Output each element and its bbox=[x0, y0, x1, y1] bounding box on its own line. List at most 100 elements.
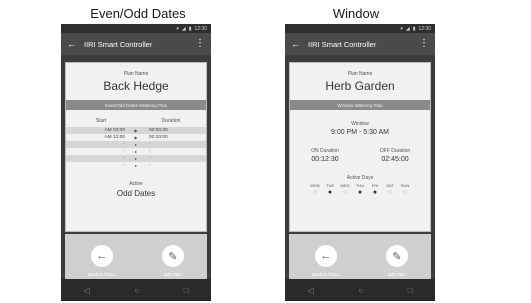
edit-plan-label: Edit Plan bbox=[163, 272, 182, 277]
content-area: Plan Name Herb Garden Window Watering Pl… bbox=[289, 62, 431, 288]
status-time: 12:30 bbox=[418, 25, 431, 32]
start-time: - bbox=[123, 156, 125, 161]
back-to-plans-button[interactable]: ← Back to Plans bbox=[312, 245, 340, 277]
duration-value: - bbox=[149, 149, 151, 154]
water-drop-icon: ○ bbox=[342, 189, 348, 196]
back-to-plans-button[interactable]: ← Back to Plans bbox=[88, 245, 116, 277]
schedule-row[interactable]: - ▸ - bbox=[66, 162, 206, 169]
pencil-icon: ✎ bbox=[161, 245, 184, 267]
nav-recent-icon[interactable]: □ bbox=[184, 286, 189, 295]
window-value: 9:00 PM - 5:30 AM bbox=[331, 129, 389, 136]
duration-value: - bbox=[149, 163, 151, 168]
water-drop-icon: ● bbox=[327, 189, 333, 196]
on-duration-value: 00:12:30 bbox=[311, 156, 339, 163]
system-nav-bar: ◁ ○ □ bbox=[285, 279, 435, 301]
back-to-plans-label: Back to Plans bbox=[88, 272, 116, 277]
water-drop-icon: ● bbox=[372, 189, 378, 196]
water-drop-icon: ○ bbox=[312, 189, 318, 196]
arrow-icon: ▶ bbox=[134, 135, 138, 140]
day-toggle-mon[interactable]: MON ○ bbox=[309, 183, 322, 197]
phone-even-odd: ▾ ◢ ▮ 12:30 ← IIRI Smart Controller ⋮ Pl… bbox=[61, 24, 211, 301]
water-drop-icon: ○ bbox=[387, 189, 393, 196]
app-title: IIRI Smart Controller bbox=[308, 39, 377, 49]
arrow-icon: ▶ bbox=[134, 128, 138, 133]
active-label: Active bbox=[129, 181, 143, 187]
schedule-list: AM 03:00 ▶ 00:00:30 AM 12:00 ▶ 00:10:00 … bbox=[66, 127, 206, 169]
back-arrow-icon: ← bbox=[314, 245, 337, 267]
app-bar: ← IIRI Smart Controller ⋮ bbox=[61, 33, 211, 55]
signal-icon: ◢ bbox=[405, 25, 410, 32]
plan-card: Plan Name Back Hedge Even/Odd Dates Wate… bbox=[65, 62, 207, 232]
nav-back-icon[interactable]: ◁ bbox=[83, 286, 89, 295]
edit-plan-button[interactable]: ✎ Edit Plan bbox=[161, 245, 184, 277]
nav-recent-icon[interactable]: □ bbox=[408, 286, 413, 295]
app-bar: ← IIRI Smart Controller ⋮ bbox=[285, 33, 435, 55]
content-area: Plan Name Back Hedge Even/Odd Dates Wate… bbox=[65, 62, 207, 288]
window-label: Window bbox=[351, 121, 369, 127]
duration-value: 00:00:30 bbox=[149, 128, 168, 133]
system-nav-bar: ◁ ○ □ bbox=[61, 279, 211, 301]
schedule-header: Start Duration bbox=[66, 118, 206, 124]
water-drop-icon: ○ bbox=[402, 189, 408, 196]
back-arrow-icon[interactable]: ← bbox=[67, 39, 76, 49]
back-arrow-icon: ← bbox=[90, 245, 113, 267]
schedule-row[interactable]: - ▸ - bbox=[66, 148, 206, 155]
start-time: AM 03:00 bbox=[104, 128, 125, 133]
start-time: - bbox=[123, 163, 125, 168]
schedule-row[interactable]: - ▸ - bbox=[66, 155, 206, 162]
battery-icon: ▮ bbox=[412, 25, 416, 32]
schedule-row[interactable]: AM 12:00 ▶ 00:10:00 bbox=[66, 134, 206, 141]
day-toggle-sat[interactable]: SAT ○ bbox=[384, 183, 397, 197]
on-duration-label: ON Duration bbox=[311, 148, 339, 154]
day-toggle-tue[interactable]: TUE ● bbox=[324, 183, 337, 197]
start-time: - bbox=[123, 142, 125, 147]
edit-plan-label: Edit Plan bbox=[387, 272, 406, 277]
arrow-icon: ▸ bbox=[134, 163, 137, 168]
start-header: Start bbox=[95, 118, 107, 124]
plan-name-label: Plan Name bbox=[347, 71, 373, 77]
nav-home-icon[interactable]: ○ bbox=[358, 286, 363, 295]
duration-value: - bbox=[149, 142, 151, 147]
duration-value: - bbox=[149, 156, 151, 161]
water-drop-icon: ● bbox=[357, 189, 363, 196]
overflow-menu-icon[interactable]: ⋮ bbox=[195, 39, 205, 49]
day-toggle-fri[interactable]: FRI ● bbox=[369, 183, 382, 197]
phone-window: ▾ ◢ ▮ 12:30 ← IIRI Smart Controller ⋮ Pl… bbox=[285, 24, 435, 301]
edit-plan-button[interactable]: ✎ Edit Plan bbox=[385, 245, 408, 277]
arrow-icon: ▸ bbox=[134, 156, 137, 161]
duration-value: 00:10:00 bbox=[149, 135, 168, 140]
active-value: Odd Dates bbox=[116, 189, 156, 198]
off-duration-label: OFF Duration bbox=[379, 148, 411, 154]
status-bar: ▾ ◢ ▮ 12:30 bbox=[61, 24, 211, 33]
day-toggle-wed[interactable]: WED ○ bbox=[339, 183, 352, 197]
plan-name-label: Plan Name bbox=[123, 71, 149, 77]
day-toggle-sun[interactable]: SUN ○ bbox=[399, 183, 412, 197]
back-arrow-icon[interactable]: ← bbox=[291, 39, 300, 49]
caption-window: Window bbox=[332, 6, 380, 21]
wifi-icon: ▾ bbox=[400, 25, 403, 32]
day-toggle-thu[interactable]: THU ● bbox=[354, 183, 367, 197]
plan-name: Herb Garden bbox=[325, 79, 395, 93]
status-bar: ▾ ◢ ▮ 12:30 bbox=[285, 24, 435, 33]
wifi-icon: ▾ bbox=[176, 25, 179, 32]
signal-icon: ◢ bbox=[181, 25, 186, 32]
caption-even-odd: Even/Odd Dates bbox=[90, 6, 186, 21]
active-days-label: Active Days bbox=[346, 175, 374, 181]
start-time: - bbox=[123, 149, 125, 154]
app-title: IIRI Smart Controller bbox=[84, 39, 153, 49]
arrow-icon: ▸ bbox=[134, 149, 137, 154]
pencil-icon: ✎ bbox=[385, 245, 408, 267]
overflow-menu-icon[interactable]: ⋮ bbox=[419, 39, 429, 49]
battery-icon: ▮ bbox=[188, 25, 192, 32]
schedule-row[interactable]: - ▸ - bbox=[66, 141, 206, 148]
nav-back-icon[interactable]: ◁ bbox=[307, 286, 313, 295]
off-duration: OFF Duration 02:45:00 bbox=[360, 148, 430, 163]
off-duration-value: 02:45:00 bbox=[381, 156, 409, 163]
plan-type-bar: Even/Odd Dates Watering Plan bbox=[66, 100, 206, 110]
nav-home-icon[interactable]: ○ bbox=[134, 286, 139, 295]
plan-type-bar: Window Watering Plan bbox=[290, 100, 430, 110]
schedule-row[interactable]: AM 03:00 ▶ 00:00:30 bbox=[66, 127, 206, 134]
on-duration: ON Duration 00:12:30 bbox=[290, 148, 360, 163]
start-time: AM 12:00 bbox=[104, 135, 125, 140]
status-time: 12:30 bbox=[194, 25, 207, 32]
